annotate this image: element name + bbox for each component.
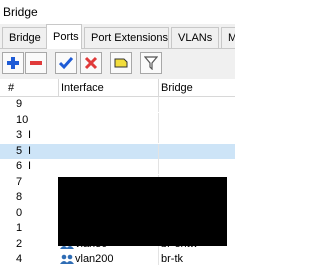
row-bridge: br-tk xyxy=(161,253,183,265)
plus-icon xyxy=(7,57,19,69)
comment-button[interactable] xyxy=(110,52,132,74)
header-separator xyxy=(158,79,159,96)
column-divider xyxy=(158,112,159,128)
column-divider xyxy=(158,252,159,265)
header-bridge[interactable]: Bridge xyxy=(161,82,193,94)
ports-table: # Interface Bridge 9103I5I6I7vlan-1br-la… xyxy=(0,79,235,265)
minus-icon xyxy=(30,61,42,65)
note-icon xyxy=(114,58,128,68)
table-header: # Interface Bridge xyxy=(0,79,235,97)
tab-vlans-label: VLANs xyxy=(178,32,213,44)
row-number: 9 xyxy=(16,98,23,110)
row-number: 8 xyxy=(16,191,23,203)
row-flag: I xyxy=(28,129,32,141)
check-icon xyxy=(59,57,73,70)
table-row[interactable]: 5I xyxy=(0,143,235,159)
filter-button[interactable] xyxy=(140,52,162,74)
row-number: 2 xyxy=(16,237,23,250)
enable-button[interactable] xyxy=(55,52,77,74)
row-number: 7 xyxy=(16,175,23,188)
vlan-icon xyxy=(60,254,74,264)
row-number: 5 xyxy=(16,144,23,157)
table-row[interactable]: 3I xyxy=(0,128,235,143)
tab-ms-label: MS xyxy=(228,32,235,44)
table-row[interactable]: 10 xyxy=(0,112,235,128)
tab-ports[interactable]: Ports xyxy=(46,24,82,49)
table-row[interactable]: 9 xyxy=(0,97,235,112)
tab-ms[interactable]: MS xyxy=(221,27,235,48)
row-number: 0 xyxy=(16,206,23,219)
tab-bridge-label: Bridge xyxy=(9,32,41,44)
column-divider xyxy=(158,97,159,112)
remove-button[interactable] xyxy=(25,52,47,74)
toolbar xyxy=(0,49,235,79)
header-separator xyxy=(58,79,59,96)
header-interface[interactable]: Interface xyxy=(61,82,104,94)
tab-port-extensions[interactable]: Port Extensions xyxy=(84,27,169,48)
row-number: 6 xyxy=(16,160,23,172)
row-number: 10 xyxy=(16,113,29,126)
window-title: Bridge xyxy=(3,5,38,19)
row-flag: I xyxy=(28,144,32,157)
x-icon xyxy=(84,56,98,70)
row-number: 1 xyxy=(16,222,23,234)
redaction-block xyxy=(58,177,227,246)
row-interface: vlan200 xyxy=(75,253,114,265)
tab-vlans[interactable]: VLANs xyxy=(171,27,219,48)
table-row[interactable]: 4 vlan200 br-tk xyxy=(0,252,235,265)
tab-strip: Bridge Ports Port Extensions VLANs MS xyxy=(0,24,235,49)
column-divider xyxy=(158,159,159,174)
tab-bridge[interactable]: Bridge xyxy=(2,27,47,48)
tab-ports-label: Ports xyxy=(53,31,79,43)
row-number: 4 xyxy=(16,253,23,265)
column-divider xyxy=(158,143,159,159)
add-button[interactable] xyxy=(2,52,24,74)
header-number[interactable]: # xyxy=(8,82,14,94)
funnel-icon xyxy=(144,56,158,70)
tab-port-extensions-label: Port Extensions xyxy=(91,32,169,44)
column-divider xyxy=(158,128,159,143)
window-titlebar: Bridge xyxy=(0,0,235,25)
table-row[interactable]: 6I xyxy=(0,159,235,174)
disable-button[interactable] xyxy=(80,52,102,74)
row-flag: I xyxy=(28,160,32,172)
row-number: 3 xyxy=(16,129,23,141)
